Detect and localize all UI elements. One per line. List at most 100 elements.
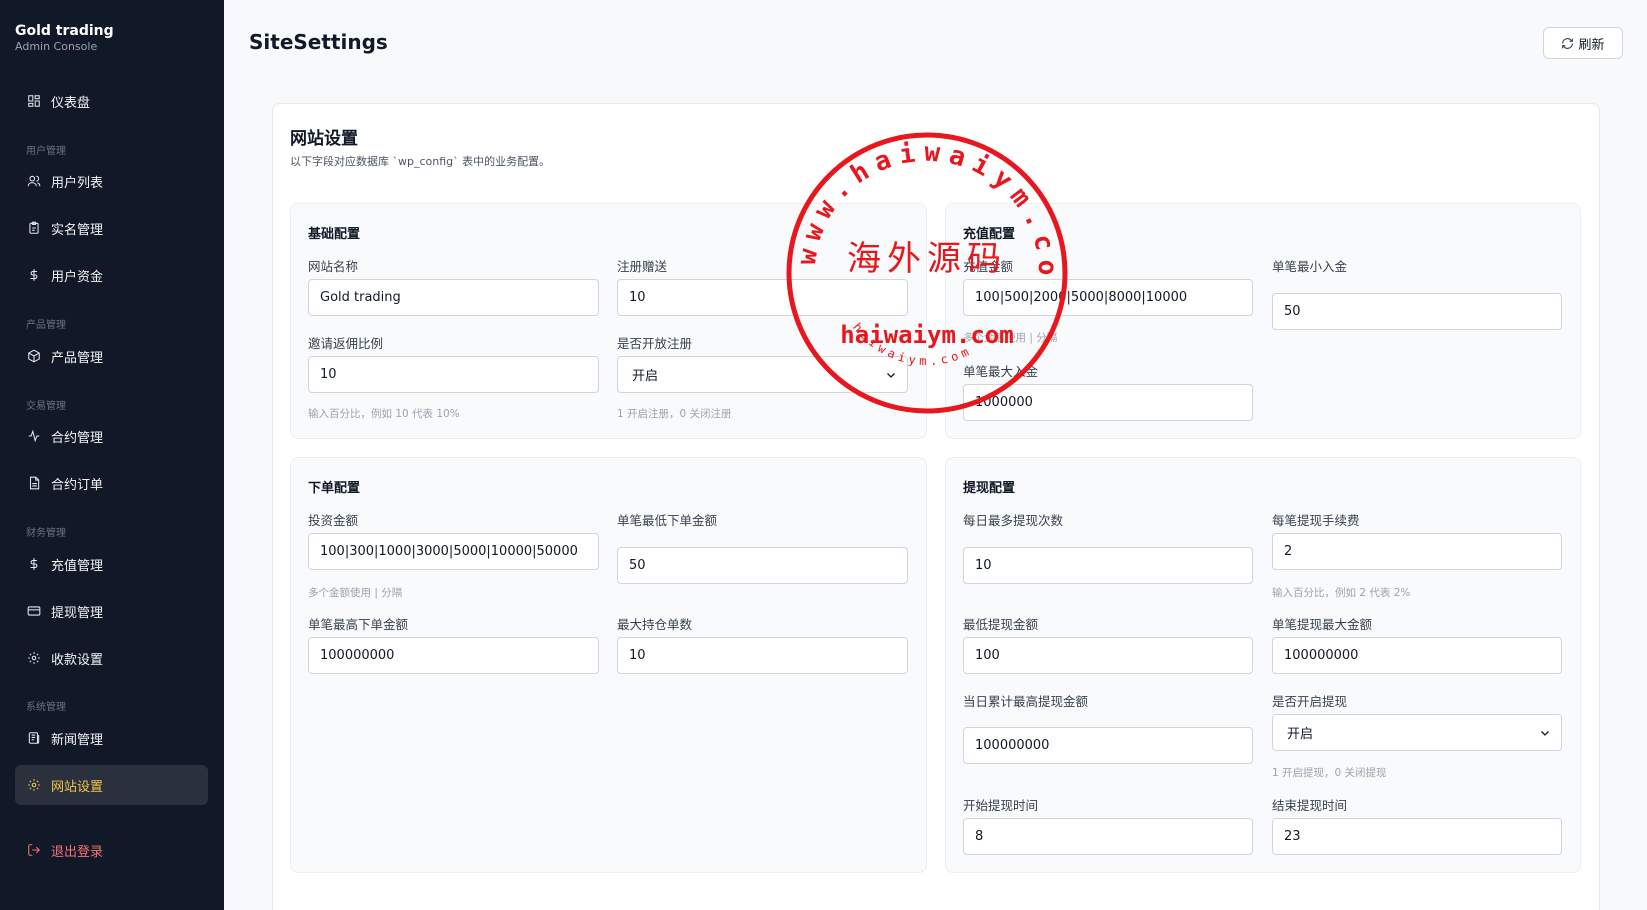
open-register-select[interactable]: 开启	[617, 356, 908, 393]
invite-ratio-input[interactable]	[308, 356, 599, 393]
sidebar-item-withdraw-mgmt[interactable]: 提现管理	[15, 591, 208, 631]
withdraw-start-label: 开始提现时间	[963, 798, 1039, 813]
register-bonus-label: 注册赠送	[617, 259, 668, 274]
withdraw-fee-hint: 输入百分比，例如 2 代表 2%	[1272, 587, 1411, 599]
sidebar-item-label: 收款设置	[51, 652, 104, 668]
sidebar-item-contract-mgmt[interactable]: 合约管理	[15, 416, 208, 456]
nav-group-finance: 财务管理	[26, 528, 66, 539]
box-icon	[27, 349, 41, 363]
sidebar-item-label: 提现管理	[51, 605, 104, 621]
withdraw-max-label: 单笔提现最大金额	[1272, 617, 1373, 632]
max-positions-input[interactable]	[617, 637, 908, 674]
recharge-max-input[interactable]	[963, 384, 1253, 421]
recharge-amounts-hint: 多个金额使用 | 分隔	[963, 332, 1058, 344]
gear-icon	[27, 651, 41, 665]
order-max-input[interactable]	[308, 637, 599, 674]
order-min-input[interactable]	[617, 547, 908, 584]
brand-title: Gold trading	[15, 23, 114, 39]
logout-icon	[27, 843, 41, 857]
recharge-amounts-label: 充值金额	[963, 259, 1014, 274]
sidebar-item-recharge-mgmt[interactable]: 充值管理	[15, 544, 208, 584]
withdraw-min-label: 最低提现金额	[963, 617, 1039, 632]
withdraw-enable-select[interactable]: 开启	[1272, 714, 1562, 751]
withdraw-min-input[interactable]	[963, 637, 1253, 674]
max-positions-label: 最大持仓单数	[617, 617, 693, 632]
daily-count-label: 每日最多提现次数	[963, 513, 1064, 528]
chevron-down-icon	[1541, 730, 1549, 736]
open-register-value: 开启	[632, 369, 659, 384]
gear-icon	[27, 778, 41, 792]
daily-count-input[interactable]	[963, 547, 1253, 584]
order-min-label: 单笔最低下单金额	[617, 513, 718, 528]
sidebar-item-label: 新闻管理	[51, 732, 104, 748]
dollar-icon	[27, 268, 41, 282]
withdraw-fee-input[interactable]	[1272, 533, 1562, 570]
section-title-basic: 基础配置	[308, 227, 361, 242]
invest-amount-label: 投资金额	[308, 513, 359, 528]
sidebar-item-dashboard[interactable]: 仪表盘	[15, 81, 208, 121]
sidebar-item-label: 用户资金	[51, 269, 104, 285]
credit-card-icon	[27, 604, 41, 618]
withdraw-start-input[interactable]	[963, 818, 1253, 855]
chevron-down-icon	[887, 372, 895, 378]
withdraw-enable-value: 开启	[1287, 727, 1314, 742]
refresh-icon	[1562, 37, 1574, 49]
withdraw-max-input[interactable]	[1272, 637, 1562, 674]
daily-max-label: 当日累计最高提现金额	[963, 694, 1089, 709]
sidebar-item-payment-settings[interactable]: 收款设置	[15, 638, 208, 678]
sidebar: Gold trading Admin Console 仪表盘 用户管理 用户列表…	[0, 0, 224, 910]
sidebar-item-label: 退出登录	[51, 844, 104, 860]
site-name-input[interactable]	[308, 279, 599, 316]
section-basic	[290, 203, 927, 439]
dashboard-icon	[27, 94, 41, 108]
brand-subtitle: Admin Console	[15, 40, 98, 53]
card-description: 以下字段对应数据库 `wp_config` 表中的业务配置。	[290, 155, 551, 168]
sidebar-item-realname[interactable]: 实名管理	[15, 208, 208, 248]
activity-icon	[27, 429, 41, 443]
refresh-label: 刷新	[1578, 37, 1605, 53]
nav-group-system: 系统管理	[26, 702, 66, 713]
file-text-icon	[27, 476, 41, 490]
sidebar-item-user-funds[interactable]: 用户资金	[15, 255, 208, 295]
withdraw-enable-label: 是否开启提现	[1272, 694, 1348, 709]
withdraw-enable-hint: 1 开启提现，0 关闭提现	[1272, 767, 1387, 779]
page-title: SiteSettings	[249, 30, 388, 54]
recharge-min-label: 单笔最小入金	[1272, 259, 1348, 274]
daily-max-input[interactable]	[963, 727, 1253, 764]
users-icon	[27, 174, 41, 188]
invest-amount-input[interactable]	[308, 533, 599, 570]
dollar-icon	[27, 557, 41, 571]
section-title-recharge: 充值配置	[963, 227, 1016, 242]
withdraw-fee-label: 每笔提现手续费	[1272, 513, 1360, 528]
open-register-label: 是否开放注册	[617, 336, 693, 351]
sidebar-item-label: 合约订单	[51, 477, 104, 493]
sidebar-item-contract-orders[interactable]: 合约订单	[15, 463, 208, 503]
sidebar-item-product-mgmt[interactable]: 产品管理	[15, 336, 208, 376]
brand: Gold trading Admin Console	[15, 22, 114, 54]
refresh-button[interactable]: 刷新	[1543, 27, 1623, 59]
clipboard-icon	[27, 221, 41, 235]
withdraw-end-input[interactable]	[1272, 818, 1562, 855]
sidebar-item-user-list[interactable]: 用户列表	[15, 161, 208, 201]
nav-group-product: 产品管理	[26, 320, 66, 331]
section-title-order: 下单配置	[308, 481, 361, 496]
invite-ratio-label: 邀请返佣比例	[308, 336, 384, 351]
site-name-label: 网站名称	[308, 259, 359, 274]
register-bonus-input[interactable]	[617, 279, 908, 316]
recharge-amounts-input[interactable]	[963, 279, 1253, 316]
sidebar-item-label: 产品管理	[51, 350, 104, 366]
recharge-min-input[interactable]	[1272, 293, 1562, 330]
section-title-withdraw: 提现配置	[963, 481, 1016, 496]
newspaper-icon	[27, 731, 41, 745]
sidebar-item-logout[interactable]: 退出登录	[15, 830, 208, 870]
nav-group-user: 用户管理	[26, 146, 66, 157]
sidebar-item-site-settings[interactable]: 网站设置	[15, 765, 208, 805]
sidebar-item-label: 合约管理	[51, 430, 104, 446]
sidebar-item-label: 仪表盘	[51, 95, 91, 111]
order-max-label: 单笔最高下单金额	[308, 617, 409, 632]
nav-group-trade: 交易管理	[26, 401, 66, 412]
sidebar-item-label: 充值管理	[51, 558, 104, 574]
sidebar-item-label: 用户列表	[51, 175, 104, 191]
sidebar-item-news-mgmt[interactable]: 新闻管理	[15, 718, 208, 758]
card-title: 网站设置	[290, 129, 358, 149]
